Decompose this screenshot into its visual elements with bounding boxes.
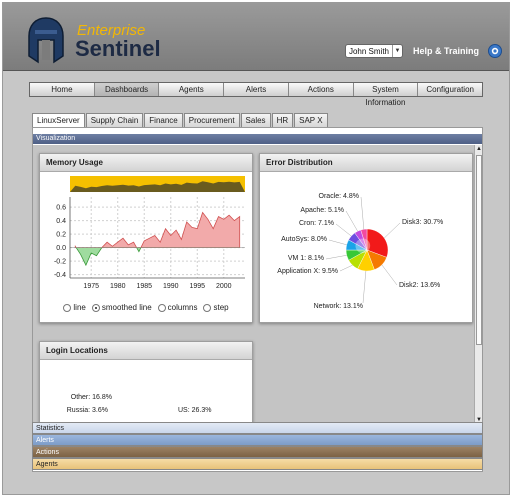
radio-button[interactable]: [203, 303, 212, 312]
y-tick-label: -0.2: [54, 259, 66, 266]
pie-label: Disk2: 13.6%: [399, 282, 440, 289]
y-tick-label: -0.4: [54, 272, 66, 279]
pie-connector: [362, 270, 367, 304]
chart-option-step[interactable]: step: [203, 303, 229, 312]
nav-item-home[interactable]: Home: [30, 83, 95, 96]
x-tick-label: 1980: [110, 283, 126, 290]
pie-connector: [335, 223, 352, 237]
x-tick-label: 1975: [83, 283, 99, 290]
visualization-area: Memory Usage 0.6 0.4 0.2 0.0 -0.2 -0.4 1975 198…: [33, 145, 474, 465]
tab-procurement[interactable]: Procurement: [183, 113, 240, 127]
pie-label: AutoSys: 8.0%: [281, 236, 327, 243]
pie-label: Cron: 7.1%: [299, 220, 334, 227]
tab-sap-x[interactable]: SAP X: [294, 113, 328, 127]
statistics-section[interactable]: Statistics: [32, 422, 483, 434]
radio-label: columns: [167, 303, 198, 312]
radio-button[interactable]: [157, 303, 166, 312]
memory-usage-panel: Memory Usage 0.6 0.4 0.2 0.0 -0.2 -0.4 1975 198…: [39, 153, 253, 323]
x-tick-label: 1995: [189, 283, 205, 290]
pie-label: US: 26.3%: [178, 407, 211, 414]
pie-connector: [328, 239, 347, 246]
tab-sales[interactable]: Sales: [240, 113, 271, 127]
tab-finance[interactable]: Finance: [144, 113, 183, 127]
y-tick-label: 0.2: [56, 232, 66, 239]
agents-section[interactable]: Agents: [32, 458, 483, 470]
chart-type-options: line smoothed line columns step: [40, 303, 252, 312]
pie-label: Disk3: 30.7%: [402, 219, 443, 226]
radio-label: line: [73, 303, 86, 312]
dashboard-tabs: LinuxServer Supply Chain Finance Procuremen…: [32, 113, 329, 127]
nav-item-actions[interactable]: Actions: [289, 83, 354, 96]
spartan-helmet-icon: [28, 17, 64, 64]
pie-connector: [325, 255, 347, 260]
radio-label: smoothed line: [101, 303, 152, 312]
chart-option-smoothed-line[interactable]: smoothed line: [91, 303, 152, 312]
error-distribution-chart: Disk3: 30.7% Disk2: 13.6% Network: 13.1% Ap…: [277, 193, 443, 310]
memory-usage-title: Memory Usage: [40, 154, 252, 172]
chevron-down-icon[interactable]: ▼: [392, 45, 402, 57]
pie-connector: [360, 196, 365, 230]
radio-button[interactable]: [91, 303, 100, 312]
x-tick-label: 1990: [163, 283, 179, 290]
pie-connector: [345, 210, 358, 232]
y-tick-label: 0.6: [56, 205, 66, 212]
x-tick-label: 2000: [216, 283, 232, 290]
scroll-thumb[interactable]: [476, 155, 482, 345]
radio-label: step: [213, 303, 229, 312]
pie-highlight: [355, 238, 371, 254]
user-menu[interactable]: John Smith ▼: [345, 44, 403, 58]
scroll-up-icon[interactable]: ▲: [475, 145, 483, 153]
alerts-section[interactable]: Alerts: [32, 434, 483, 446]
help-training-link[interactable]: Help & Training: [413, 46, 479, 56]
memory-usage-chart: 0.6 0.4 0.2 0.0 -0.2 -0.4 1975 1980 1985 1990 1995…: [54, 176, 245, 290]
brand-name: Sentinel: [75, 36, 161, 61]
y-tick-label: 0.0: [56, 245, 66, 252]
vertical-scrollbar[interactable]: ▲ ▼: [474, 145, 482, 424]
pie-label: Application X: 9.5%: [277, 268, 338, 275]
chart-option-columns[interactable]: columns: [157, 303, 198, 312]
error-distribution-panel: Error Distribution Disk3: 30.7% Disk2: 13…: [259, 153, 473, 323]
actions-section[interactable]: Actions: [32, 446, 483, 458]
nav-item-alerts[interactable]: Alerts: [224, 83, 289, 96]
chart-option-line[interactable]: line: [63, 303, 86, 312]
pie-connector: [339, 264, 353, 272]
pie-label: Other: 16.8%: [71, 394, 112, 401]
x-tick-label: 1985: [136, 283, 152, 290]
nav-item-dashboards[interactable]: Dashboards: [94, 83, 160, 96]
pie-label: Apache: 5.1%: [300, 207, 344, 214]
nav-item-system-information[interactable]: System Information: [354, 83, 419, 107]
pie-connector: [381, 264, 398, 286]
main-nav: Home Dashboards Agents Alerts Actions System …: [29, 82, 483, 107]
visualization-header[interactable]: Visualization: [33, 134, 482, 144]
tab-hr[interactable]: HR: [271, 113, 294, 127]
pie-connector: [384, 222, 401, 239]
pie-label: Network: 13.1%: [314, 303, 363, 310]
pie-label: VM 1: 8.1%: [288, 255, 324, 262]
dashboard-content: Visualization Memory Usage 0.6 0.4 0.2 0.0 -…: [32, 127, 483, 472]
pie-label: Oracle: 4.8%: [319, 193, 359, 200]
error-distribution-title: Error Distribution: [260, 154, 472, 172]
user-name: John Smith: [348, 46, 390, 56]
y-tick-label: 0.4: [56, 218, 66, 225]
tab-supply-chain[interactable]: Supply Chain: [85, 113, 144, 127]
login-locations-title: Login Locations: [40, 342, 252, 360]
app-header: Enterprise Sentinel John Smith ▼ Help & …: [3, 3, 509, 71]
nav-item-configuration[interactable]: Configuration: [418, 83, 482, 96]
app-window: Enterprise Sentinel John Smith ▼ Help & …: [2, 2, 510, 495]
gear-icon[interactable]: [487, 43, 503, 59]
tab-linuxserver[interactable]: LinuxServer: [32, 113, 85, 127]
nav-item-agents[interactable]: Agents: [159, 83, 225, 96]
pie-label: Russia: 3.6%: [67, 407, 108, 414]
radio-button[interactable]: [63, 303, 72, 312]
